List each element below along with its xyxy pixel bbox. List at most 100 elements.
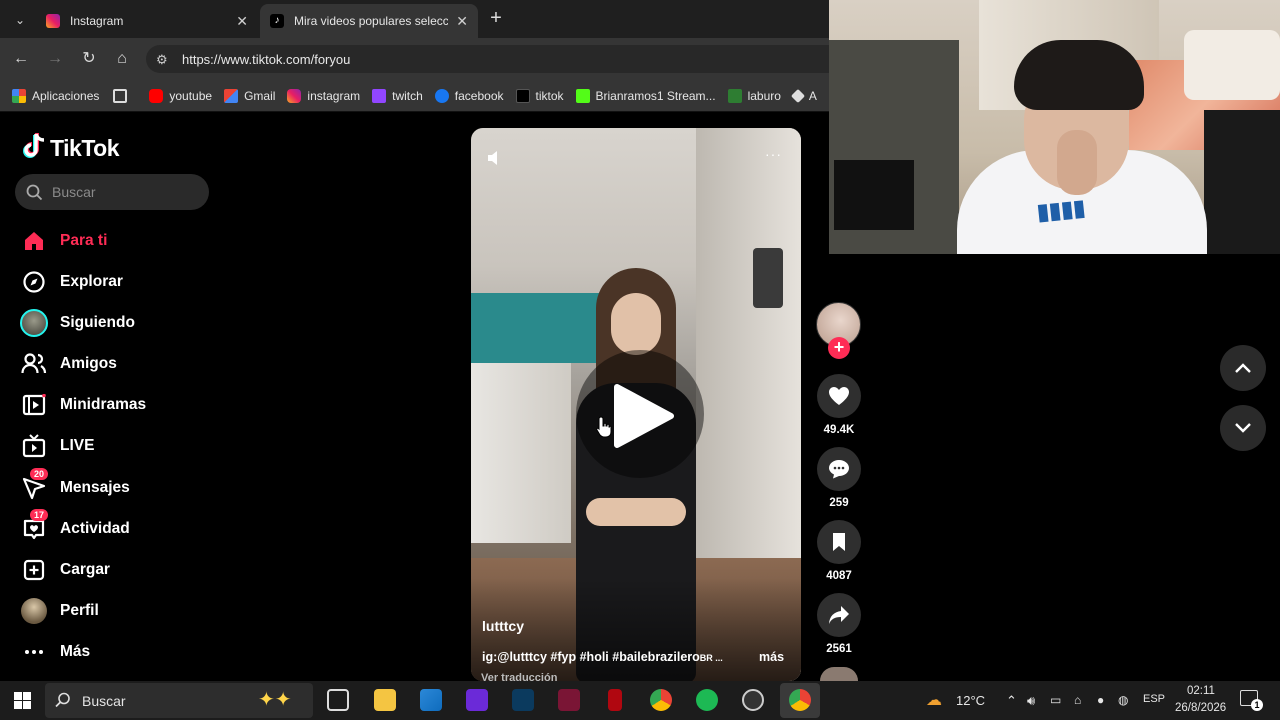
- tab-search-chevron-icon[interactable]: ⌄: [8, 8, 32, 32]
- next-video-button[interactable]: [1220, 405, 1266, 451]
- nav-minidramas[interactable]: Minidramas: [20, 390, 146, 420]
- following-avatar-icon: [20, 309, 48, 337]
- close-tab-icon[interactable]: ✕: [236, 13, 248, 30]
- save-count: 4087: [826, 570, 852, 582]
- bookmark-instagram[interactable]: instagram: [287, 88, 360, 103]
- bookmark-gmail[interactable]: Gmail: [224, 88, 275, 103]
- nav-explorar[interactable]: Explorar: [20, 267, 123, 297]
- comment-button[interactable]: [817, 447, 861, 491]
- chrome-active-icon[interactable]: [789, 689, 811, 711]
- close-tab-icon[interactable]: ✕: [456, 13, 468, 30]
- webcam-overlay: ▮▮▮▮: [829, 0, 1280, 254]
- bookmark-icon: [833, 533, 845, 551]
- copilot-sparkle-icon[interactable]: ✦✦: [258, 687, 292, 712]
- bookmark-tiktok[interactable]: tiktok: [515, 88, 564, 103]
- microphone-icon[interactable]: ●: [1097, 693, 1104, 707]
- like-button[interactable]: [817, 374, 861, 418]
- spotify-icon[interactable]: [696, 689, 718, 711]
- search-placeholder: Buscar: [52, 184, 96, 200]
- notifications-badge: 1: [1251, 699, 1263, 711]
- tray-chevron-up-icon[interactable]: ⌃: [1006, 693, 1017, 709]
- clock-date[interactable]: 26/8/2026: [1175, 702, 1226, 714]
- video-wall-object: [753, 248, 783, 308]
- nav-actividad[interactable]: 17 Actividad: [20, 509, 130, 544]
- music-disc-avatar[interactable]: [820, 667, 858, 681]
- bookmark-youtube[interactable]: youtube: [149, 88, 212, 103]
- netflix-icon[interactable]: [608, 689, 622, 711]
- nav-para-ti[interactable]: Para ti: [20, 226, 107, 256]
- webcam-person-hand: [1057, 130, 1097, 195]
- search-input[interactable]: [15, 174, 209, 210]
- windows-start-icon[interactable]: [14, 692, 31, 709]
- bookmark-apps[interactable]: Aplicaciones: [12, 88, 99, 103]
- volume-icon[interactable]: [487, 150, 505, 166]
- home-icon: [20, 227, 48, 255]
- nav-siguiendo[interactable]: Siguiendo: [20, 308, 135, 338]
- facebook-icon: [434, 88, 449, 103]
- obs-studio-icon[interactable]: [742, 689, 764, 711]
- home-button[interactable]: ⌂: [110, 47, 134, 71]
- vegas-app-icon[interactable]: [558, 689, 580, 711]
- tiktok-logo-text[interactable]: TikTok: [50, 135, 120, 162]
- nav-mas[interactable]: Más: [20, 637, 90, 667]
- comment-icon: [829, 460, 849, 479]
- kick-icon: [575, 88, 590, 103]
- input-language[interactable]: ESP: [1143, 693, 1165, 705]
- disney-plus-icon[interactable]: [512, 689, 534, 711]
- translation-link[interactable]: Ver traducción: [481, 672, 557, 681]
- comment-count: 259: [829, 497, 849, 509]
- bookmark-laburo[interactable]: laburo: [727, 88, 781, 103]
- bookmark-twitch[interactable]: twitch: [372, 88, 423, 103]
- wifi-icon[interactable]: ◍: [1118, 693, 1128, 707]
- tab-tiktok[interactable]: ♪ Mira videos populares seleccionados ✕: [260, 4, 478, 38]
- follow-plus-button[interactable]: +: [828, 337, 850, 359]
- video-options-icon[interactable]: ···: [765, 146, 782, 162]
- weather-cloud-icon[interactable]: ☁: [926, 690, 942, 710]
- search-icon: [26, 184, 43, 201]
- reload-button[interactable]: ↻: [77, 47, 101, 71]
- file-explorer-icon[interactable]: [374, 689, 396, 711]
- chrome-icon[interactable]: [650, 689, 672, 711]
- url-text[interactable]: https://www.tiktok.com/foryou: [182, 52, 350, 67]
- bookmark-grid[interactable]: [113, 88, 133, 103]
- network-icon[interactable]: ▭: [1050, 693, 1061, 707]
- speaker-icon[interactable]: 🔊︎: [1027, 693, 1035, 709]
- compass-icon: [20, 268, 48, 296]
- save-button[interactable]: [817, 520, 861, 564]
- nav-live[interactable]: LIVE: [20, 431, 94, 461]
- nav-perfil[interactable]: Perfil: [20, 596, 99, 626]
- tiktok-logo-icon[interactable]: [22, 132, 46, 160]
- bookmark-facebook[interactable]: facebook: [434, 88, 504, 103]
- new-tab-button[interactable]: +: [484, 6, 508, 30]
- profile-avatar-icon: [20, 597, 48, 625]
- upload-icon: [20, 556, 48, 584]
- nav-amigos[interactable]: Amigos: [20, 349, 117, 379]
- previous-video-button[interactable]: [1220, 345, 1266, 391]
- meta-app-icon[interactable]: [466, 689, 488, 711]
- weather-temperature[interactable]: 12°C: [956, 693, 985, 708]
- nav-mensajes[interactable]: 20 Mensajes: [20, 468, 130, 503]
- clock-time[interactable]: 02:11: [1187, 685, 1215, 697]
- activity-badge: 17: [30, 509, 49, 521]
- twitch-icon: [372, 88, 387, 103]
- nav-cargar[interactable]: Cargar: [20, 555, 110, 585]
- play-icon: [614, 384, 674, 448]
- task-view-icon[interactable]: [327, 689, 349, 711]
- video-curtain: [471, 363, 571, 543]
- bookmark-diamond-icon: [790, 88, 805, 103]
- forward-button[interactable]: →: [43, 47, 67, 71]
- share-count: 2561: [826, 643, 852, 655]
- usb-device-icon[interactable]: ⌂: [1074, 693, 1081, 707]
- tab-instagram[interactable]: Instagram ✕: [36, 4, 258, 38]
- video-author[interactable]: lutttcy: [482, 618, 524, 634]
- site-settings-icon[interactable]: ⚙: [156, 52, 168, 68]
- instagram-icon: [46, 14, 60, 28]
- microsoft-store-icon[interactable]: [420, 689, 442, 711]
- share-button[interactable]: [817, 593, 861, 637]
- video-arms: [586, 498, 686, 526]
- video-player[interactable]: ··· Ver traducción: [471, 128, 801, 681]
- back-button[interactable]: ←: [9, 47, 33, 71]
- bookmark-overflow[interactable]: A: [790, 88, 817, 103]
- caption-more-link[interactable]: más: [759, 650, 784, 664]
- bookmark-kick[interactable]: Brianramos1 Stream...: [575, 88, 716, 103]
